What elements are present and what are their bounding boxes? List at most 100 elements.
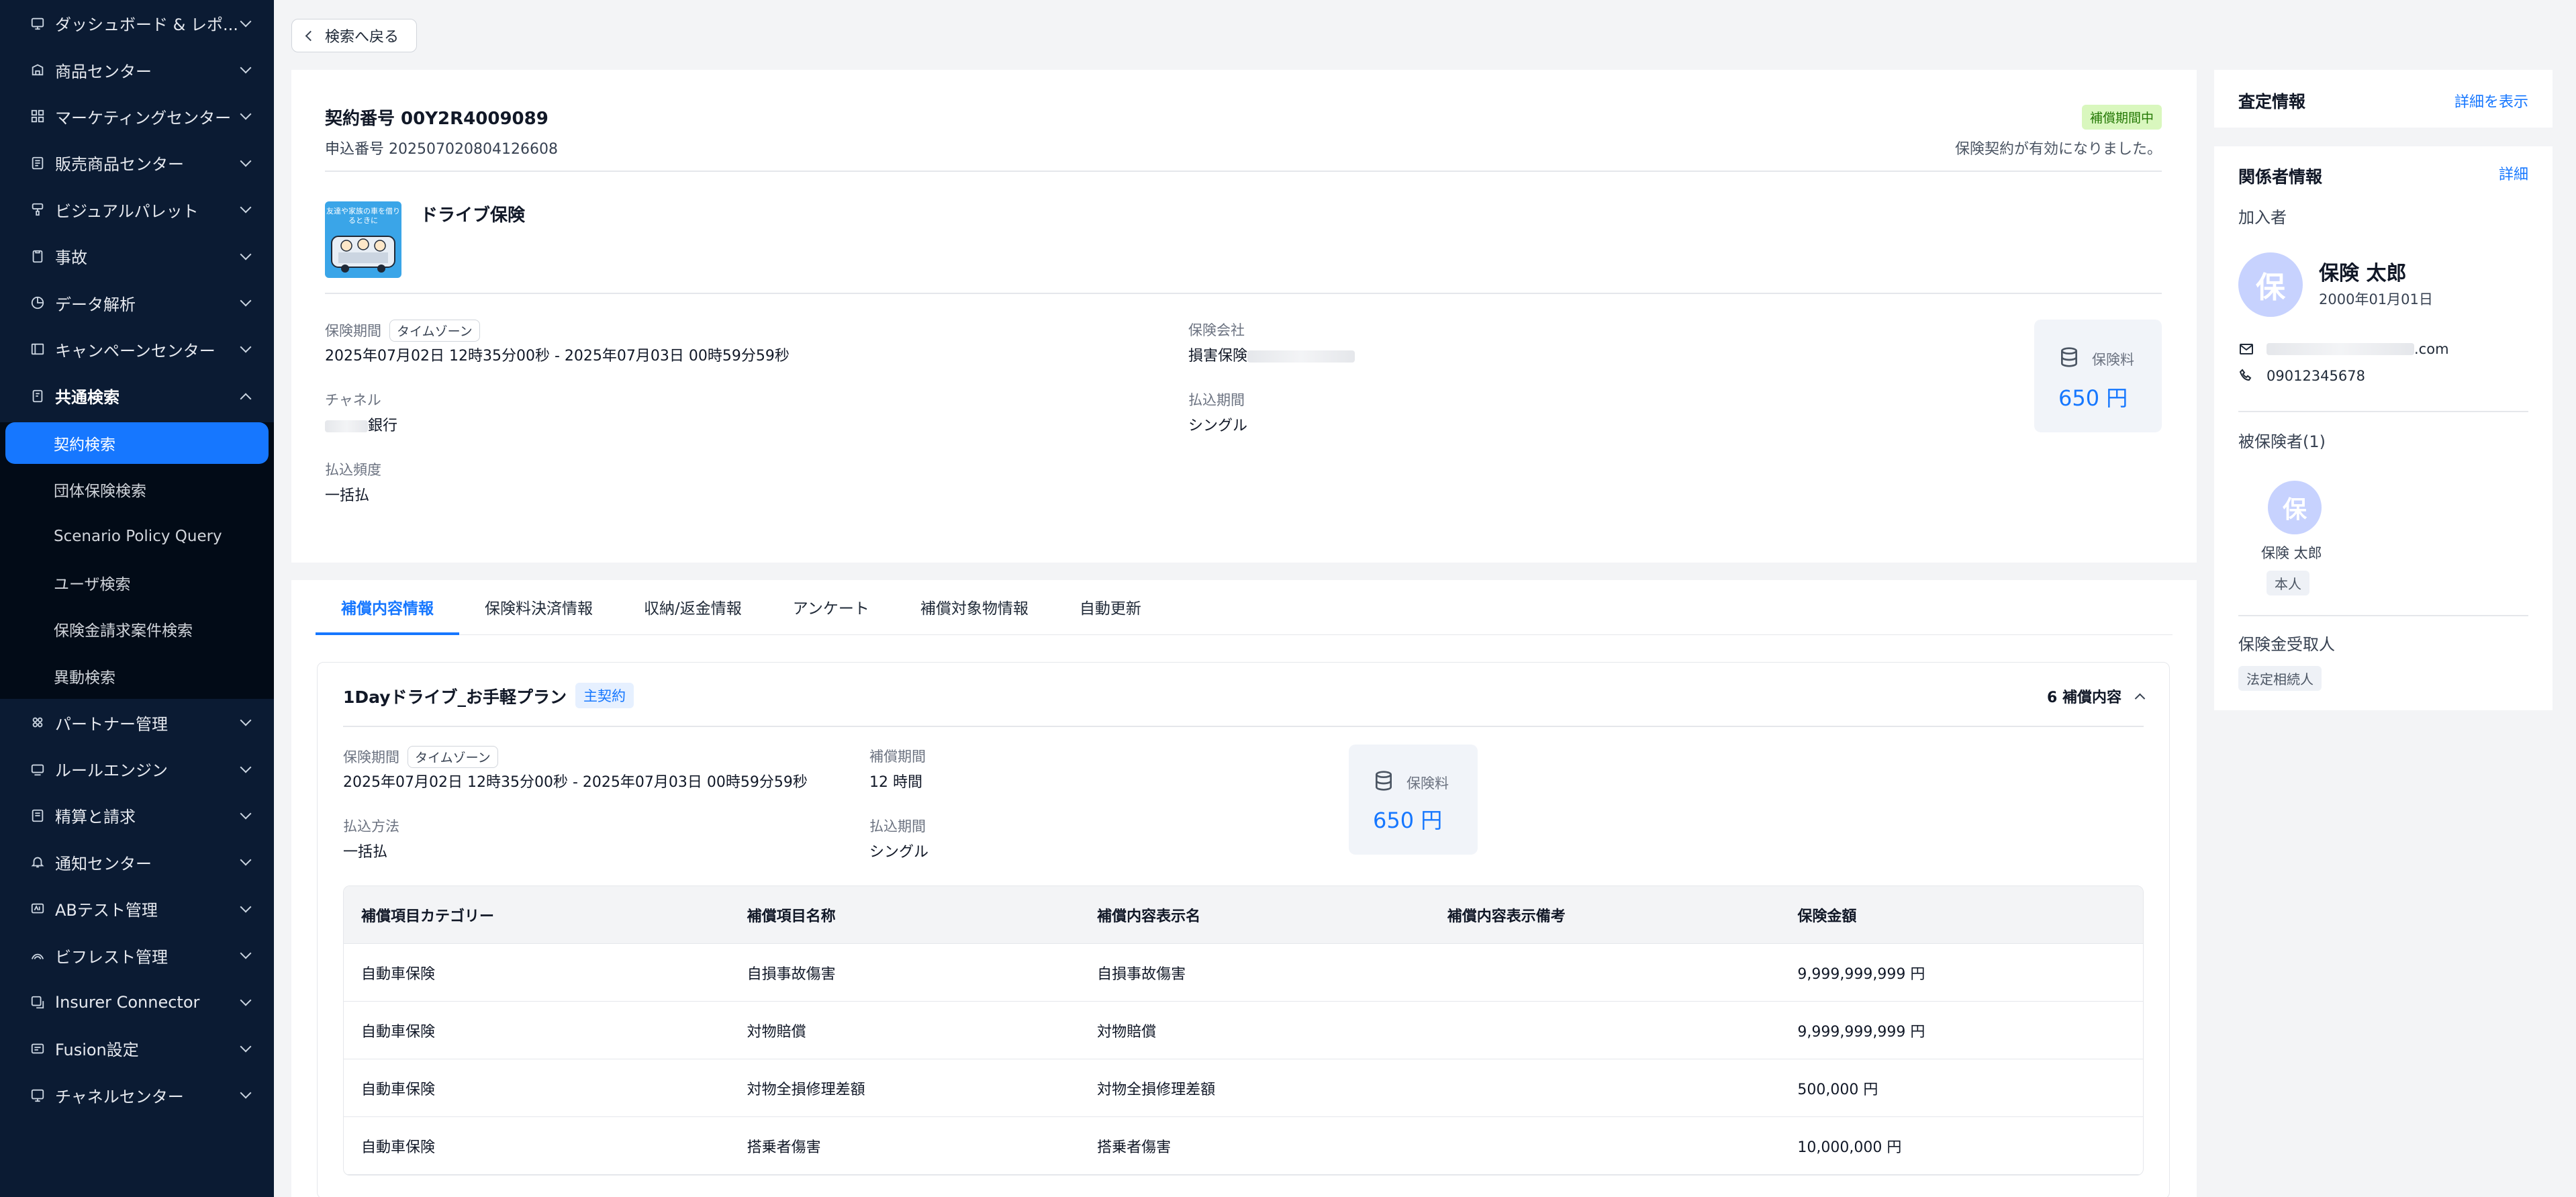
timezone-badge[interactable]: タイムゾーン [408, 746, 498, 768]
status-badge: 補償期間中 [2081, 105, 2162, 130]
redacted-text [1247, 350, 1355, 363]
payment-period-label: 払込期間 [1188, 392, 1245, 408]
divider [325, 293, 2162, 294]
phone-number: 09012345678 [2267, 368, 2365, 384]
tab[interactable]: 補償内容情報 [316, 579, 459, 635]
table-row: 自動車保険 搭乗者傷害 搭乗者傷害 10,000,000 円 [344, 1117, 2143, 1175]
divider [325, 171, 2162, 172]
status-message: 保険契約が有効になりました。 [1954, 141, 2162, 158]
parties-detail-link[interactable]: 詳細 [2499, 162, 2528, 184]
tab[interactable]: 補償対象物情報 [895, 579, 1054, 634]
premium-box: 保険料 650 円 [2034, 320, 2162, 432]
sidebar-item[interactable]: キャンペーンセンター [0, 326, 274, 373]
period-value: 2025年07月02日 12時35分00秒 - 2025年07月03日 00時5… [325, 348, 790, 365]
sidebar-subitem[interactable]: 契約検索 [5, 422, 269, 464]
sidebar-item[interactable]: 精算と請求 [0, 792, 274, 839]
sidebar: ダッシュボード & レポ... 商品センターマーケティングセンター 販売商品センター… [0, 0, 274, 1197]
chevron-left-icon [305, 30, 316, 41]
tab[interactable]: 保険料決済情報 [459, 579, 618, 634]
table-cell: 9,999,999,999 円 [1797, 1023, 1925, 1041]
frequency-value: 一括払 [325, 487, 370, 504]
sidebar-item-label: Insurer Connector [55, 992, 200, 1012]
sidebar-subitem[interactable]: 異動検索 [0, 653, 274, 699]
column-header: 保険金額 [1797, 908, 1857, 925]
sidebar-item-common-search[interactable]: 共通検索 [0, 373, 274, 419]
chevron-down-icon [240, 714, 252, 726]
period-label: 保険期間 [325, 323, 381, 339]
sidebar-item[interactable]: ビフレスト管理 [0, 932, 274, 978]
sales-icon [30, 155, 46, 171]
sidebar-item[interactable]: ABテスト管理 [0, 885, 274, 932]
sidebar-item[interactable]: 販売商品センター [0, 140, 274, 186]
detail-tabs-card: 補償内容情報 保険料決済情報 収納/返金情報 アンケート 補償対象物情報 自動更新 1Da… [291, 580, 2197, 1197]
bell-icon [30, 854, 46, 870]
chevron-down-icon [240, 155, 252, 167]
chevron-down-icon [240, 854, 252, 866]
premium-value: 650 円 [2058, 385, 2128, 411]
sidebar-item-label: ルールエンジン [55, 761, 168, 781]
sidebar-item[interactable]: Fusion設定 [0, 1025, 274, 1071]
table-cell: 自損事故傷害 [747, 965, 836, 983]
chevron-down-icon [240, 947, 252, 959]
sidebar-item[interactable]: Insurer Connector [0, 979, 274, 1025]
policyholder-label: 加入者 [2238, 208, 2287, 227]
sidebar-item-label: チャネルセンター [55, 1087, 184, 1106]
sidebar-subitem[interactable]: Scenario Policy Query [0, 513, 274, 559]
table-cell: 10,000,000 円 [1797, 1139, 1902, 1156]
divider [2238, 411, 2528, 412]
sidebar-item-label: 販売商品センター [55, 155, 184, 175]
divider [343, 726, 2144, 727]
sidebar-item[interactable]: ビジュアルパレット [0, 187, 274, 233]
assessment-title: 査定情報 [2238, 92, 2306, 111]
table-row: 自動車保険 対物賠償 対物賠償 9,999,999,999 円 [344, 1002, 2143, 1059]
insurer-value-row: 損害保険 [1188, 344, 1355, 365]
redacted-text [2267, 343, 2414, 355]
coverage-period-label: 補償期間 [869, 749, 926, 765]
sidebar-item-label: 共通検索 [55, 388, 120, 408]
sidebar-subgroup: 契約検索 団体保険検索 Scenario Policy Query ユーザ検索 保険金請… [0, 422, 274, 700]
contract-summary-card: 契約番号 00Y2R4009089 申込番号 20250702080412660… [291, 70, 2197, 563]
timezone-badge[interactable]: タイムゾーン [389, 320, 480, 342]
tab-bar: 補償内容情報 保険料決済情報 収納/返金情報 アンケート 補償対象物情報 自動更新 [316, 580, 2173, 635]
sidebar-item[interactable]: 事故 [0, 233, 274, 279]
sidebar-item[interactable]: データ解析 [0, 279, 274, 326]
tab[interactable]: アンケート [767, 579, 895, 634]
sidebar-item[interactable]: マーケティングセンター [0, 93, 274, 140]
plan-payment-period-label: 払込期間 [869, 818, 926, 834]
connector-icon [30, 994, 46, 1010]
sidebar-item[interactable]: ルールエンジン [0, 746, 274, 792]
table-cell: 対物賠償 [1097, 1023, 1157, 1041]
product-name: ドライブ保険 [420, 205, 526, 226]
assessment-detail-link[interactable]: 詳細を表示 [2454, 90, 2528, 111]
tab[interactable]: 自動更新 [1054, 579, 1167, 634]
premium-label: 保険料 [2092, 352, 2134, 368]
sidebar-subitem[interactable]: ユーザ検索 [0, 559, 274, 606]
sidebar-item[interactable]: パートナー管理 [0, 699, 274, 745]
chevron-down-icon [240, 15, 252, 28]
chevron-down-icon [240, 901, 252, 913]
sidebar-item[interactable]: チャネルセンター [0, 1072, 274, 1118]
phone-icon [2239, 369, 2252, 381]
sidebar-item[interactable]: 通知センター [0, 839, 274, 885]
table-cell: 搭乗者傷害 [1097, 1139, 1172, 1156]
back-to-search-button[interactable]: 検索へ戻る [291, 19, 418, 52]
sidebar-subitem[interactable]: 保険金請求案件検索 [0, 606, 274, 653]
sidebar-item-label: 事故 [55, 248, 87, 268]
sidebar-subitem[interactable]: 団体保険検索 [0, 467, 274, 513]
table-cell: 対物全損修理差額 [1097, 1081, 1216, 1098]
coverage-table: 補償項目カテゴリー 補償項目名称 補償内容表示名 補償内容表示備考 保険金額 自動車保険自… [343, 885, 2144, 1176]
sidebar-item[interactable]: 商品センター [0, 46, 274, 93]
chevron-down-icon [240, 808, 252, 820]
policyholder-dob: 2000年01月01日 [2319, 291, 2433, 307]
payment-method-label: 払込方法 [343, 818, 399, 834]
plan-premium-label: 保険料 [1406, 775, 1449, 792]
sidebar-item-label: マーケティングセンター [55, 108, 232, 128]
sidebar-item-label: 精算と請求 [55, 808, 136, 827]
coverage-count-toggle[interactable]: 6 補償内容 [2047, 685, 2146, 707]
plan-period-label: 保険期間 [343, 749, 399, 765]
plan-period-label-row: 保険期間 タイムゾーン [343, 746, 498, 768]
sidebar-item[interactable]: ダッシュボード & レポ... [0, 0, 274, 46]
plan-premium-box: 保険料 650 円 [1349, 745, 1478, 855]
tab[interactable]: 収納/返金情報 [618, 579, 767, 634]
insurer-label: 保険会社 [1188, 322, 1245, 338]
